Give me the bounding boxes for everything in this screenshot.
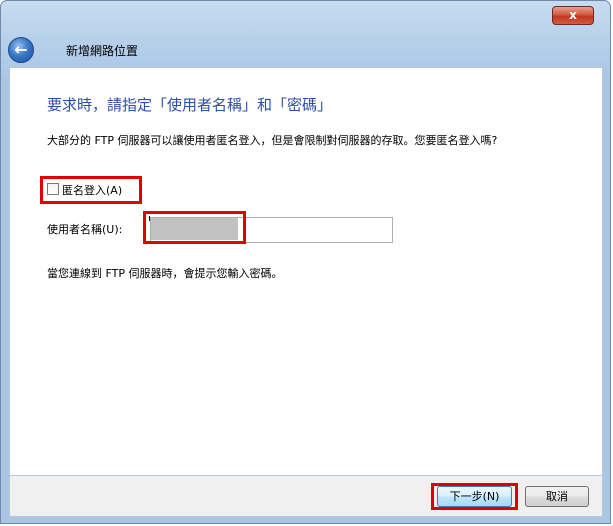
anonymous-checkbox[interactable] (47, 183, 59, 195)
page-heading: 要求時，請指定「使用者名稱」和「密碼」 (47, 96, 333, 114)
wizard-content: 要求時，請指定「使用者名稱」和「密碼」 大部分的 FTP 伺服器可以讓使用者匿名… (9, 67, 603, 476)
anonymous-checkbox-label[interactable]: 匿名登入(A) (62, 182, 122, 198)
back-arrow-icon[interactable]: ← (8, 37, 34, 63)
close-button[interactable]: x (552, 6, 594, 25)
username-label: 使用者名稱(U): (47, 223, 123, 236)
wizard-window: x ← 新增網路位置 要求時，請指定「使用者名稱」和「密碼」 大部分的 FTP … (0, 0, 611, 524)
wizard-footer: 下一步(N) 取消 (9, 476, 603, 517)
next-button[interactable]: 下一步(N) (437, 486, 512, 507)
username-highlight-box (143, 211, 246, 244)
cancel-button[interactable]: 取消 (525, 486, 589, 507)
title-bar: x ← 新增網路位置 (1, 1, 610, 67)
description-text: 大部分的 FTP 伺服器可以讓使用者匿名登入，但是會限制對伺服器的存取。您要匿名… (47, 134, 498, 147)
password-prompt-note: 當您連線到 FTP 伺服器時，會提示您輸入密碼。 (47, 267, 283, 280)
window-title: 新增網路位置 (66, 44, 139, 58)
